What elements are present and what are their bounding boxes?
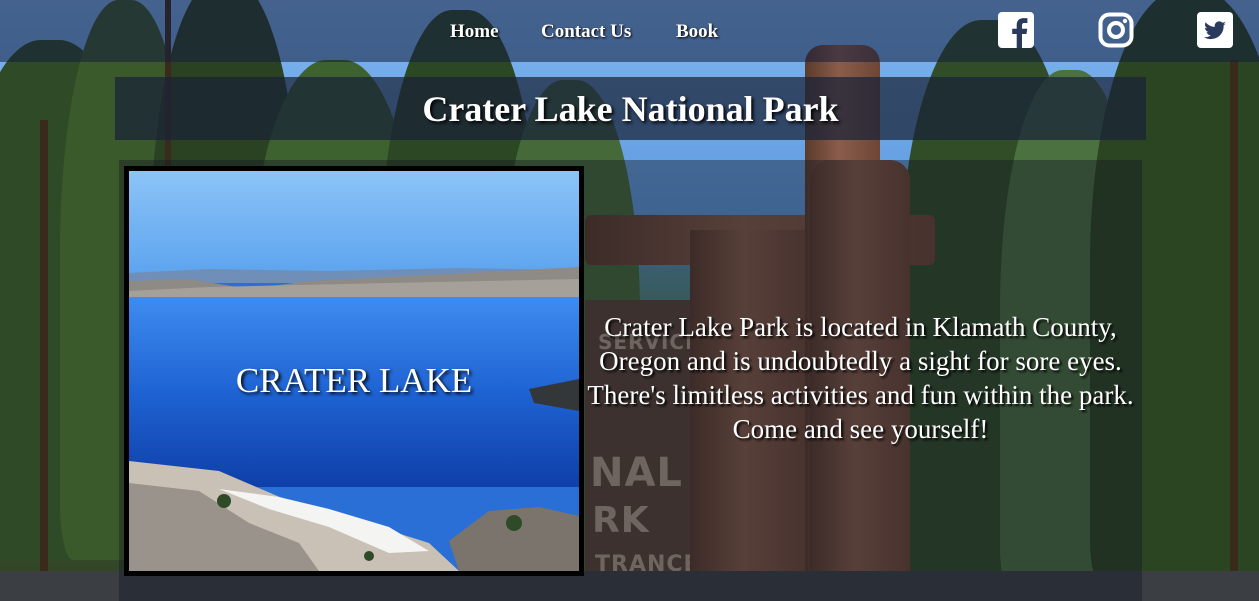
nav-home-link[interactable]: Home bbox=[450, 21, 499, 43]
crater-lake-image: CRATER LAKE bbox=[124, 166, 584, 576]
twitter-icon[interactable] bbox=[1197, 12, 1233, 48]
page-title: Crater Lake National Park bbox=[422, 88, 839, 129]
facebook-icon[interactable] bbox=[998, 12, 1034, 48]
lake-caption: CRATER LAKE bbox=[235, 361, 473, 400]
instagram-icon[interactable] bbox=[1098, 12, 1134, 48]
park-description: Crater Lake Park is located in Klamath C… bbox=[587, 312, 1134, 444]
nav-contact-link[interactable]: Contact Us bbox=[541, 21, 631, 43]
title-bar: Crater Lake National Park bbox=[115, 77, 1146, 140]
top-nav: Home Contact Us Book bbox=[0, 0, 1259, 62]
nav-book-link[interactable]: Book bbox=[676, 21, 718, 43]
